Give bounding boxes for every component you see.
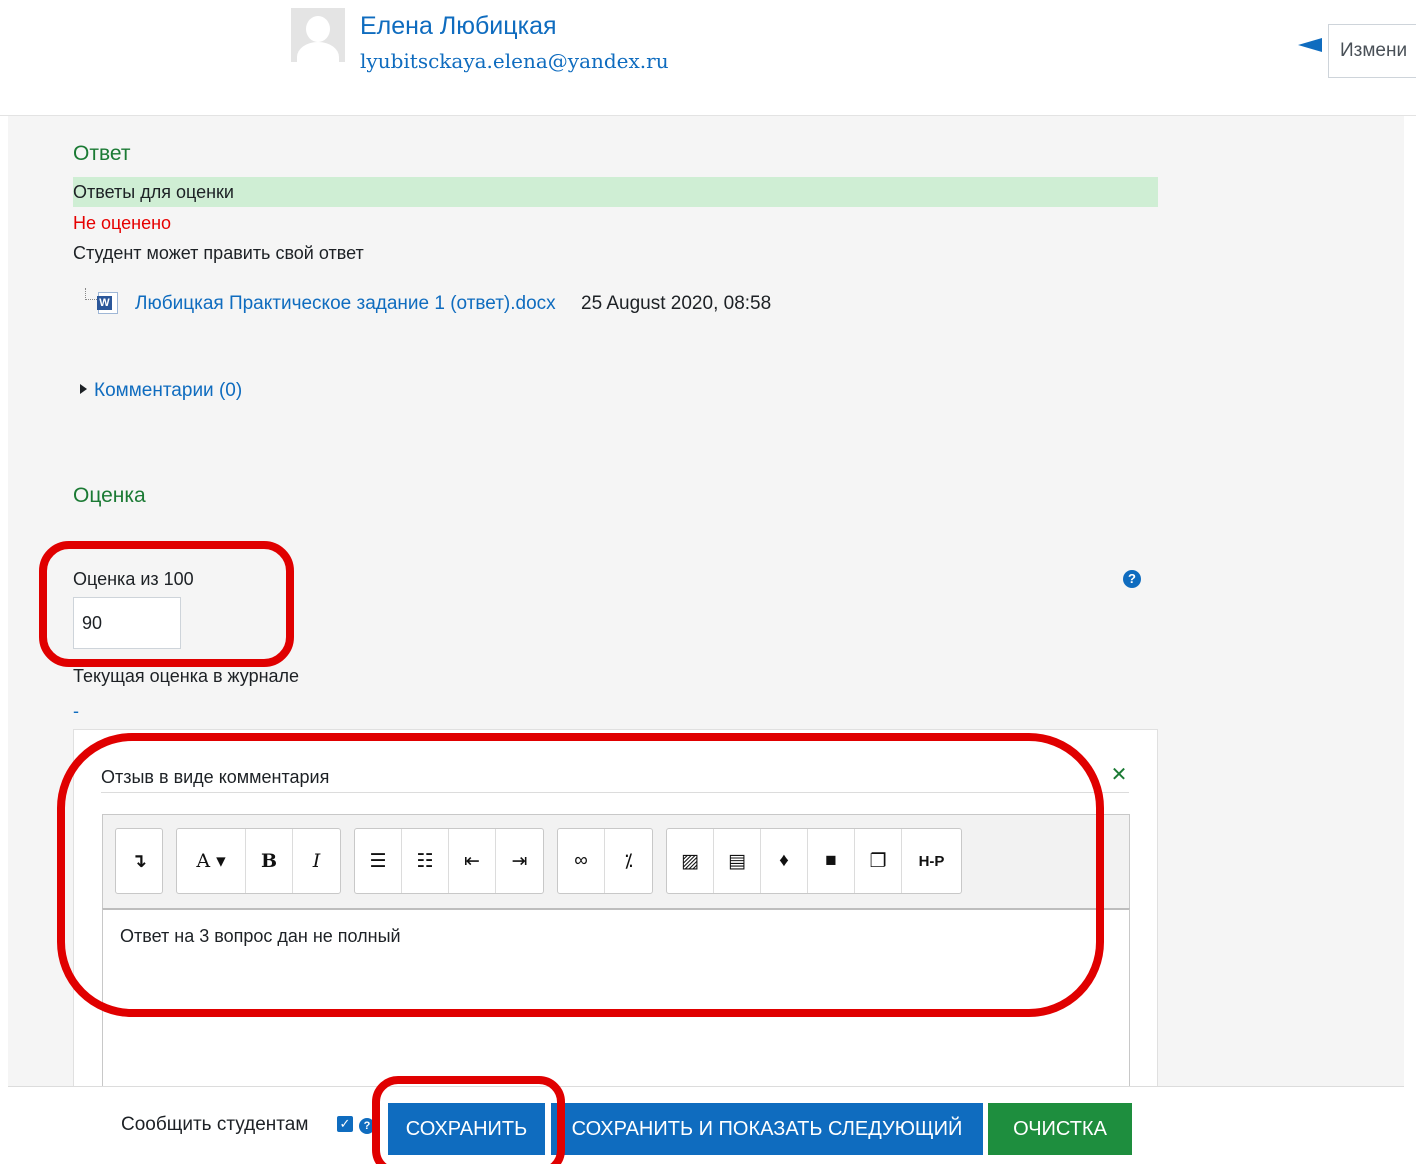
change-user-select[interactable]: Измени [1328,24,1416,78]
grade-section-title: Оценка [73,484,146,507]
comments-label: Комментарии (0) [94,380,243,401]
current-grade-label: Текущая оценка в журнале [73,666,300,686]
avatar-head-shape [306,16,330,42]
help-icon[interactable]: ? [1123,570,1141,588]
user-name-link[interactable]: Елена Любицкая [360,12,557,41]
user-avatar[interactable] [291,8,345,62]
previous-arrow-icon[interactable] [1298,38,1322,52]
current-grade-value[interactable]: - [73,701,79,722]
avatar-body-shape [297,42,339,62]
submission-status: Ответы для оценки [73,177,1158,207]
answer-section-title: Ответ [73,142,131,165]
user-email-link[interactable]: lyubitsckaya.elena@yandex.ru [360,49,669,73]
save-highlight-annotation [372,1076,565,1164]
comments-toggle[interactable]: Комментарии (0) [80,380,242,402]
grading-status: Не оценено [73,213,172,233]
word-document-icon: W [97,292,118,314]
expand-triangle-icon [80,384,87,394]
grade-highlight-annotation [39,541,294,667]
notify-students-label: Сообщить студентам [121,1114,309,1135]
feedback-highlight-annotation [57,733,1104,1017]
action-bar: Сообщить студентам ✓ ? СОХРАНИТЬ СОХРАНИ… [8,1086,1404,1164]
save-and-next-button[interactable]: СОХРАНИТЬ И ПОКАЗАТЬ СЛЕДУЮЩИЙ [551,1103,983,1155]
submission-file-link[interactable]: Любицкая Практическое задание 1 (ответ).… [135,293,556,315]
reset-button[interactable]: ОЧИСТКА [988,1103,1132,1155]
submission-file-date: 25 August 2020, 08:58 [581,293,772,314]
fullscreen-icon[interactable]: ✕ [1108,764,1130,786]
notify-students-checkbox[interactable]: ✓ [337,1116,353,1132]
edit-status: Студент может править свой ответ [73,243,364,263]
user-header: Елена Любицкая lyubitsckaya.elena@yandex… [0,0,1416,116]
